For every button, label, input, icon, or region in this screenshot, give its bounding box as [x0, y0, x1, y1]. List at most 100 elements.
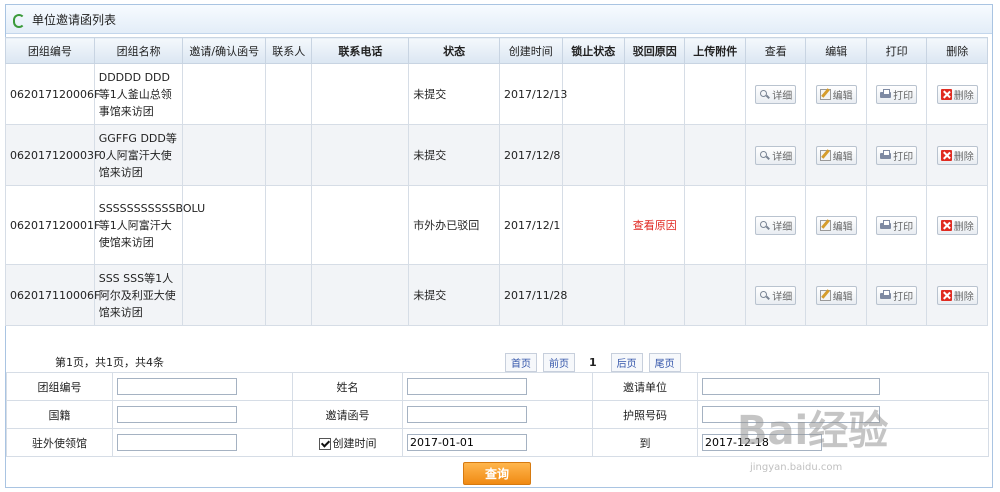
cell-delete: 删除	[926, 124, 988, 186]
cell-contact	[265, 264, 313, 326]
cell-phone	[311, 63, 410, 125]
edit-icon	[819, 88, 831, 100]
col-attachment: 上传附件	[684, 37, 746, 64]
cell-group-no: 062017110006F	[5, 264, 100, 326]
query-button[interactable]: 查询	[463, 462, 531, 485]
watermark-url: jingyan.baidu.com	[750, 462, 843, 473]
col-group-no: 团组编号	[5, 37, 95, 64]
delete-icon	[940, 289, 952, 301]
to-label: 到	[592, 428, 698, 457]
cell-edit: 编辑	[805, 264, 867, 326]
view-label: 详细	[772, 151, 793, 163]
view-label: 详细	[772, 221, 793, 233]
search-icon	[759, 89, 770, 100]
cell-view: 详细	[744, 63, 807, 125]
print-label: 打印	[893, 291, 914, 303]
col-lock: 锁止状态	[561, 37, 625, 64]
pager: 首页 前页 1 后页 尾页	[505, 353, 681, 372]
cell-status: 未提交	[408, 264, 500, 326]
edit-label: 编辑	[832, 221, 853, 233]
cell-view: 详细	[744, 124, 807, 186]
cell-contact	[265, 185, 313, 265]
cell-status: 未提交	[408, 63, 500, 125]
created-from-input[interactable]	[407, 434, 527, 451]
edit-button[interactable]: 编辑	[815, 215, 857, 235]
view-button[interactable]: 详细	[755, 84, 797, 104]
delete-button[interactable]: 删除	[936, 84, 978, 104]
edit-icon	[819, 289, 831, 301]
embassy-input[interactable]	[117, 434, 237, 451]
panel-title-bar: 单位邀请函列表	[6, 5, 992, 34]
prev-page-button[interactable]: 前页	[543, 353, 575, 372]
nationality-label: 国籍	[6, 400, 113, 429]
edit-button[interactable]: 编辑	[815, 285, 857, 305]
printer-icon	[880, 149, 892, 161]
col-phone: 联系电话	[311, 37, 410, 64]
group-no-cell	[112, 372, 293, 401]
invite-no-input[interactable]	[407, 406, 527, 423]
col-group-name: 团组名称	[93, 37, 184, 64]
delete-icon	[940, 219, 952, 231]
col-print: 打印	[865, 37, 928, 64]
table-row: 062017110006F SSS SSS等1人阿尔及利亚大使馆来访团 未提交 …	[5, 264, 988, 326]
page-title: 单位邀请函列表	[32, 12, 117, 27]
cell-contact	[265, 124, 313, 186]
last-page-button[interactable]: 尾页	[648, 353, 681, 372]
edit-label: 编辑	[832, 291, 853, 303]
view-reason-link[interactable]: 查看原因	[623, 185, 686, 265]
delete-label: 删除	[953, 90, 974, 102]
cell-invite-no	[182, 185, 267, 265]
created-label: 创建时间	[332, 436, 377, 450]
cell-group-name: DDDDD DDD等1人釜山总领事馆来访团	[93, 63, 184, 125]
invite-no-cell	[402, 400, 593, 429]
table-row: 062017120003F GGFFG DDD等0人阿富汗大使馆来访团 未提交 …	[5, 124, 988, 186]
cell-delete: 删除	[926, 185, 988, 265]
unit-input[interactable]	[702, 378, 880, 395]
delete-icon	[940, 88, 952, 100]
nationality-input[interactable]	[117, 406, 237, 423]
view-button[interactable]: 详细	[755, 215, 797, 235]
search-icon	[759, 150, 770, 161]
cell-edit: 编辑	[805, 124, 867, 186]
delete-label: 删除	[953, 291, 974, 303]
cell-lock	[561, 63, 625, 125]
view-button[interactable]: 详细	[755, 285, 797, 305]
col-invite-no: 邀请/确认函号	[182, 37, 267, 64]
col-status: 状态	[408, 37, 500, 64]
cell-delete: 删除	[926, 63, 988, 125]
print-button[interactable]: 打印	[876, 285, 918, 305]
created-checkbox[interactable]	[318, 437, 331, 450]
delete-button[interactable]: 删除	[936, 215, 978, 235]
cell-print: 打印	[865, 124, 928, 186]
cell-delete: 删除	[926, 264, 988, 326]
name-input[interactable]	[407, 378, 527, 395]
cell-group-no: 062017120003F	[5, 124, 100, 186]
search-icon	[759, 220, 770, 231]
delete-button[interactable]: 删除	[936, 285, 978, 305]
unit-label: 邀请单位	[592, 372, 698, 401]
print-button[interactable]: 打印	[876, 145, 918, 165]
embassy-label: 驻外使领馆	[6, 428, 113, 457]
group-no-label: 团组编号	[6, 372, 113, 401]
edit-button[interactable]: 编辑	[815, 84, 857, 104]
first-page-button[interactable]: 首页	[505, 353, 537, 372]
cell-attachment	[684, 185, 746, 265]
edit-button[interactable]: 编辑	[815, 145, 857, 165]
group-no-input[interactable]	[117, 378, 237, 395]
print-button[interactable]: 打印	[876, 215, 918, 235]
cell-phone	[311, 264, 410, 326]
cell-view: 详细	[744, 264, 807, 326]
view-button[interactable]: 详细	[755, 145, 797, 165]
delete-icon	[940, 149, 952, 161]
cell-created: 2017/12/8	[499, 124, 563, 186]
cell-print: 打印	[865, 63, 928, 125]
delete-button[interactable]: 删除	[936, 145, 978, 165]
print-button[interactable]: 打印	[876, 84, 918, 104]
search-row: 团组编号 姓名 邀请单位	[6, 372, 989, 401]
invite-no-label: 邀请函号	[292, 400, 403, 429]
cell-view: 详细	[744, 185, 807, 265]
cell-reason	[623, 124, 686, 186]
next-page-button[interactable]: 后页	[610, 353, 643, 372]
cell-invite-no	[182, 264, 267, 326]
delete-label: 删除	[953, 221, 974, 233]
